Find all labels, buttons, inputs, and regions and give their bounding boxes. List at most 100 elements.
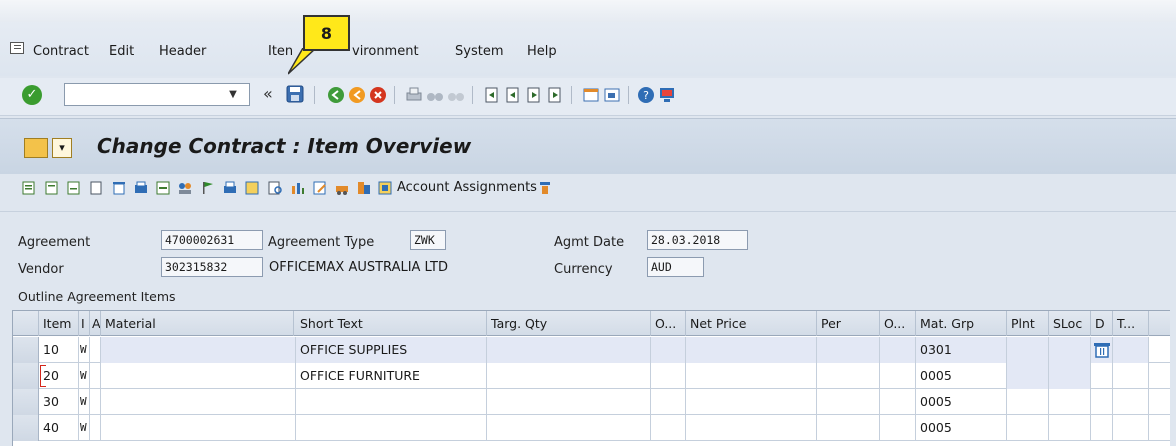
next-page-icon[interactable] [525,86,543,104]
sloc-cell[interactable] [1049,415,1091,441]
edit-icon[interactable] [312,180,328,196]
per-cell[interactable] [817,389,880,415]
vendor-icon[interactable] [334,180,350,196]
deletion-cell[interactable] [1091,363,1113,389]
per-cell[interactable] [817,337,880,363]
print-icon[interactable] [405,86,423,104]
short-text-cell[interactable]: OFFICE FURNITURE [296,363,487,389]
order-price-unit-cell[interactable] [880,389,916,415]
texts-icon[interactable] [244,180,260,196]
deletion-cell[interactable] [1091,415,1113,441]
plant-cell[interactable] [1007,363,1049,389]
row-selector[interactable] [13,415,39,441]
col-material[interactable]: Material [101,311,294,336]
vendor-field[interactable]: 302315832 [161,257,263,277]
mat-grp-cell[interactable]: 0005 [916,415,1007,441]
flag-icon[interactable] [200,180,216,196]
customize-layout-icon[interactable] [658,86,676,104]
material-cell[interactable] [101,415,296,441]
select-all-column[interactable] [13,311,39,336]
short-text-cell[interactable] [296,415,487,441]
item-category-cell[interactable]: W [79,389,90,415]
per-cell[interactable] [817,415,880,441]
acct-assign-cell[interactable] [90,415,101,441]
plant-cell[interactable] [1007,337,1049,363]
targ-qty-cell[interactable] [487,415,651,441]
row-selector[interactable] [13,389,39,415]
account-assignments-button[interactable]: Account Assignments [397,180,537,195]
mat-grp-cell[interactable]: 0301 [916,337,1007,363]
material-cell[interactable] [101,363,296,389]
create-session-icon[interactable] [582,86,600,104]
table-row[interactable]: 10 W OFFICE SUPPLIES 0301 [13,337,1170,363]
targ-qty-cell[interactable] [487,389,651,415]
col-plant[interactable]: Plnt [1007,311,1049,336]
output-icon[interactable] [222,180,238,196]
first-page-icon[interactable] [483,86,501,104]
order-price-unit-cell[interactable] [880,415,916,441]
col-targ-qty[interactable]: Targ. Qty [487,311,651,336]
find-icon[interactable] [426,86,444,104]
exit-icon[interactable] [348,86,366,104]
net-price-cell[interactable] [686,415,817,441]
col-t[interactable]: T... [1113,311,1149,336]
conditions-icon[interactable] [66,180,82,196]
item-cell[interactable]: 40 [39,415,79,441]
net-price-cell[interactable] [686,363,817,389]
shortcut-icon[interactable] [603,86,621,104]
more-options-icon[interactable] [537,180,553,196]
col-a[interactable]: A [90,311,101,336]
menu-help[interactable]: Help [527,44,557,59]
table-row[interactable]: 20 W OFFICE FURNITURE 0005 [13,363,1170,389]
acct-assign-cell[interactable] [90,389,101,415]
material-cell[interactable] [101,389,296,415]
targ-qty-cell[interactable] [487,363,651,389]
select-all-icon[interactable] [155,180,171,196]
documents-icon[interactable] [356,180,372,196]
sloc-cell[interactable] [1049,337,1091,363]
order-unit-cell[interactable] [651,337,686,363]
nav-back-icon[interactable]: « [263,84,273,103]
item-cell[interactable]: 30 [39,389,79,415]
agreement-field[interactable]: 4700002631 [161,230,263,250]
currency-field[interactable]: AUD [647,257,704,277]
header-details-icon[interactable]: ▾ [52,138,72,158]
acct-assign-cell[interactable] [90,363,101,389]
command-dropdown-icon[interactable]: ▼ [223,85,243,104]
order-price-unit-cell[interactable] [880,337,916,363]
item-category-cell[interactable]: W [79,337,90,363]
short-text-cell[interactable] [296,389,487,415]
table-row[interactable]: 40 W 0005 [13,415,1170,441]
t-cell[interactable] [1113,389,1149,415]
menu-header[interactable]: Header [159,44,206,59]
mat-grp-cell[interactable]: 0005 [916,363,1007,389]
agreement-type-field[interactable]: ZWK [410,230,446,250]
row-selector[interactable] [13,363,39,389]
acct-assign-cell[interactable] [90,337,101,363]
short-text-cell[interactable]: OFFICE SUPPLIES [296,337,487,363]
row-selector[interactable] [13,337,39,363]
col-sloc[interactable]: SLoc [1049,311,1091,336]
col-short-text[interactable]: Short Text [296,311,487,336]
t-cell[interactable] [1113,415,1149,441]
header-icon[interactable] [21,180,37,196]
agmt-date-field[interactable]: 28.03.2018 [647,230,748,250]
menu-edit[interactable]: Edit [109,44,134,59]
back-icon[interactable] [327,86,345,104]
t-cell[interactable] [1113,363,1149,389]
col-order-price-unit[interactable]: O... [880,311,916,336]
new-document-icon[interactable] [88,180,104,196]
net-price-cell[interactable] [686,389,817,415]
t-cell[interactable] [1113,337,1149,363]
print-preview-icon[interactable] [133,180,149,196]
item-category-cell[interactable]: W [79,363,90,389]
order-price-unit-cell[interactable] [880,363,916,389]
cancel-icon[interactable] [369,86,387,104]
col-deletion[interactable]: D [1091,311,1113,336]
order-unit-cell[interactable] [651,363,686,389]
col-mat-grp[interactable]: Mat. Grp [916,311,1007,336]
order-unit-cell[interactable] [651,415,686,441]
material-cell[interactable] [101,337,296,363]
mat-grp-cell[interactable]: 0005 [916,389,1007,415]
col-net-price[interactable]: Net Price [686,311,817,336]
